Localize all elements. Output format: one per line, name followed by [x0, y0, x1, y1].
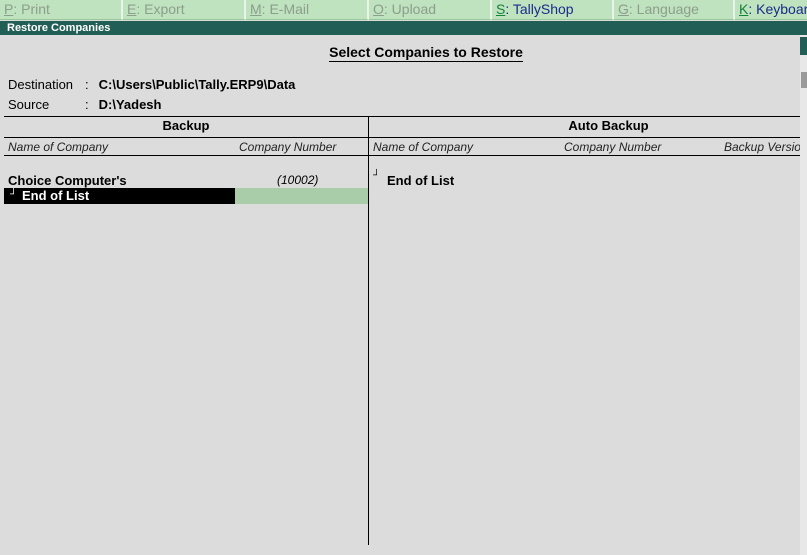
menu-export[interactable]: E: Export: [123, 0, 246, 20]
destination-separator: :: [85, 77, 89, 92]
destination-value: C:\Users\Public\Tally.ERP9\Data: [98, 77, 296, 92]
scrollbar-track[interactable]: [800, 35, 807, 555]
end-of-list-marker-icon: ┘: [10, 189, 18, 200]
page-heading: Select Companies to Restore: [329, 44, 523, 62]
menu-keyboard[interactable]: K: Keyboard: [735, 0, 807, 20]
selection-highlight: [235, 188, 368, 204]
source-row: Source: D:\Yadesh: [8, 97, 161, 112]
auto-backup-column-title: Auto Backup: [568, 118, 649, 133]
subheader-divider: [4, 155, 800, 156]
menu-language[interactable]: G: Language: [614, 0, 735, 20]
backup-column-title: Backup: [162, 118, 210, 133]
auto-end-of-list-marker-icon: ┘: [373, 170, 381, 181]
source-separator: :: [85, 97, 89, 112]
top-menu-bar: P: Print E: Export M: E-Mail O: Upload S…: [0, 0, 807, 20]
source-label: Source: [8, 97, 50, 112]
table-top-divider: [4, 116, 800, 117]
auto-backup-end-of-list[interactable]: End of List: [387, 173, 454, 188]
column-header-divider: [4, 137, 800, 138]
restore-panel: [0, 35, 800, 555]
destination-row: Destination: C:\Users\Public\Tally.ERP9\…: [8, 77, 295, 92]
auto-backup-number-header: Company Number: [564, 140, 662, 154]
auto-backup-name-header: Name of Company: [373, 140, 474, 154]
window-title-bar: Restore Companies: [0, 21, 807, 35]
menu-email[interactable]: M: E-Mail: [246, 0, 369, 20]
scrollbar-marker: [801, 72, 807, 88]
destination-label: Destination: [8, 77, 74, 92]
menu-print[interactable]: P: Print: [0, 0, 123, 20]
menu-upload[interactable]: O: Upload: [369, 0, 492, 20]
menu-tallyshop[interactable]: S: TallyShop: [492, 0, 614, 20]
source-value: D:\Yadesh: [98, 97, 162, 112]
backup-row-company-number[interactable]: (10002): [277, 173, 318, 187]
column-divider: [368, 116, 369, 545]
backup-row-company-name[interactable]: Choice Computer's: [8, 173, 127, 188]
backup-name-header: Name of Company: [8, 140, 109, 154]
backup-end-of-list-selected[interactable]: ┘ End of List: [4, 188, 235, 204]
backup-number-header: Company Number: [239, 140, 337, 154]
auto-backup-version-header: Backup Version: [724, 140, 800, 154]
window-title: Restore Companies: [7, 22, 111, 34]
